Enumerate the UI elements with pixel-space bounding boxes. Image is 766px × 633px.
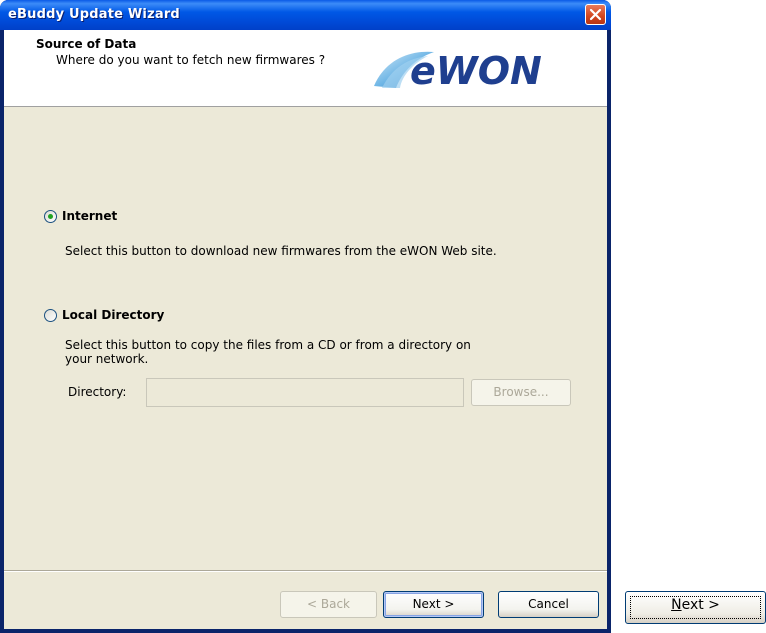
page-subtitle: Where do you want to fetch new firmwares… — [56, 53, 326, 67]
back-button[interactable]: < Back — [280, 591, 377, 618]
cancel-button[interactable]: Cancel — [498, 591, 599, 618]
directory-label: Directory: — [68, 385, 127, 399]
directory-input[interactable] — [146, 378, 464, 407]
local-description-line2: your network. — [65, 352, 149, 366]
internet-description: Select this button to download new firmw… — [65, 244, 497, 258]
page-title: Source of Data — [36, 37, 137, 51]
ewon-logo: eWON — [374, 49, 542, 90]
local-description-line1: Select this button to copy the files fro… — [65, 338, 471, 352]
internet-radio[interactable] — [44, 210, 57, 223]
close-button[interactable] — [585, 4, 606, 25]
wizard-content: Internet Select this button to download … — [4, 107, 607, 538]
logo-text: eWON — [410, 49, 542, 90]
next-button-zoomed[interactable]: Next > — [625, 591, 766, 624]
window-title: eBuddy Update Wizard — [8, 7, 180, 22]
local-directory-radio-label[interactable]: Local Directory — [62, 308, 164, 322]
browse-button[interactable]: Browse... — [471, 379, 571, 406]
internet-radio-label[interactable]: Internet — [62, 209, 117, 223]
radio-selected-dot — [48, 214, 53, 219]
wizard-header: Source of Data Where do you want to fetc… — [4, 30, 607, 107]
local-directory-radio[interactable] — [44, 309, 57, 322]
mnemonic-char: N — [671, 597, 682, 613]
footer-separator — [4, 570, 607, 572]
wizard-window: eBuddy Update Wizard Source of Data Wher… — [0, 0, 611, 633]
next-button-zoomed-label: Next > — [626, 597, 765, 613]
label-rest: ext > — [681, 597, 720, 613]
dialog-body: Source of Data Where do you want to fetc… — [4, 30, 607, 629]
title-bar[interactable]: eBuddy Update Wizard — [0, 0, 611, 30]
next-button[interactable]: Next > — [383, 591, 484, 618]
close-icon — [589, 8, 602, 21]
